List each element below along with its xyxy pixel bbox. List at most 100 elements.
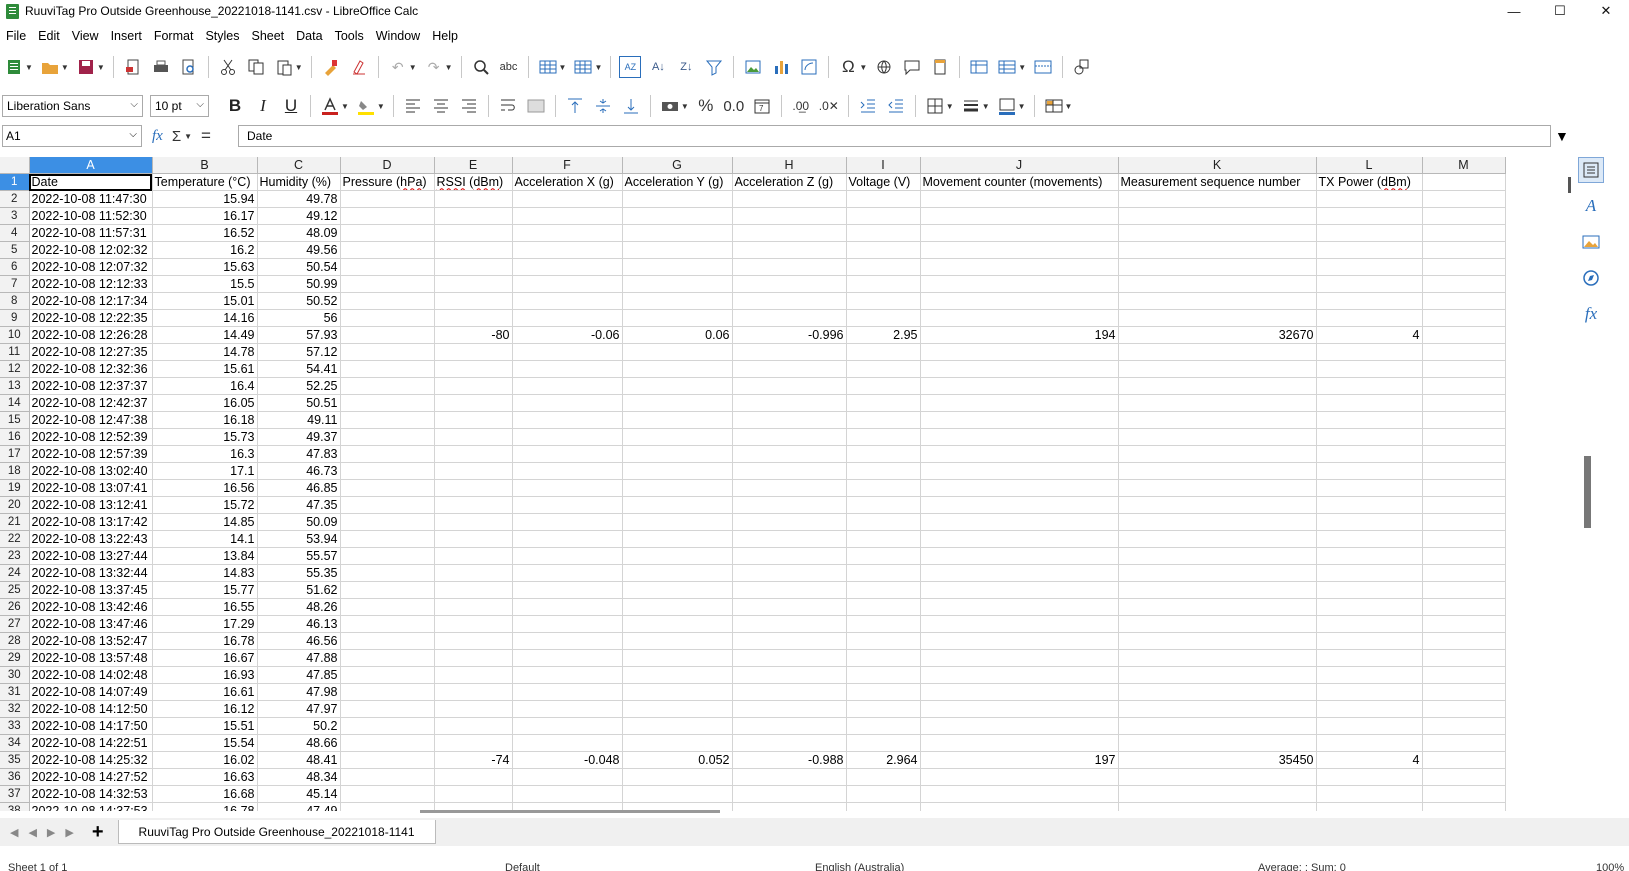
cell-l25[interactable]: [1316, 581, 1423, 600]
cell-h11[interactable]: [732, 343, 847, 362]
cell-l2[interactable]: [1316, 190, 1423, 209]
tab-sheet-1[interactable]: RuuviTag Pro Outside Greenhouse_20221018…: [117, 820, 436, 844]
cell-f31[interactable]: [512, 683, 623, 702]
cell-h27[interactable]: [732, 615, 847, 634]
cell-g33[interactable]: [622, 717, 733, 736]
spelling-icon[interactable]: abc: [498, 56, 520, 78]
row-header[interactable]: 23: [0, 547, 30, 566]
tab-navigation-arrows[interactable]: ◀◀▶▶: [10, 826, 84, 839]
cell-l10[interactable]: 4: [1316, 326, 1423, 345]
column-header-g[interactable]: G: [622, 157, 733, 175]
cell-d26[interactable]: [340, 598, 435, 617]
cell-k35[interactable]: 35450: [1118, 751, 1317, 770]
font-color-dropdown-icon[interactable]: ▼: [341, 102, 349, 111]
close-button[interactable]: ✕: [1583, 0, 1629, 22]
cell-h38[interactable]: [732, 802, 847, 811]
cell-e20[interactable]: [434, 496, 513, 515]
cell-i24[interactable]: [846, 564, 921, 583]
cell-b6[interactable]: 15.63: [152, 258, 258, 277]
cell-e24[interactable]: [434, 564, 513, 583]
menu-item-format[interactable]: Format: [148, 29, 200, 43]
cell-g11[interactable]: [622, 343, 733, 362]
cell-i16[interactable]: [846, 428, 921, 447]
cell-m9[interactable]: [1422, 309, 1506, 328]
cell-c35[interactable]: 48.41: [257, 751, 341, 770]
row-header[interactable]: 10: [0, 326, 30, 345]
cell-m13[interactable]: [1422, 377, 1506, 396]
cell-j20[interactable]: [920, 496, 1119, 515]
cell-k32[interactable]: [1118, 700, 1317, 719]
cell-j26[interactable]: [920, 598, 1119, 617]
cell-f27[interactable]: [512, 615, 623, 634]
cell-b11[interactable]: 14.78: [152, 343, 258, 362]
cell-c24[interactable]: 55.35: [257, 564, 341, 583]
cell-m3[interactable]: [1422, 207, 1506, 226]
cell-i38[interactable]: [846, 802, 921, 811]
copy-icon[interactable]: [245, 56, 267, 78]
cell-l28[interactable]: [1316, 632, 1423, 651]
cell-f6[interactable]: [512, 258, 623, 277]
cell-g17[interactable]: [622, 445, 733, 464]
cell-b23[interactable]: 13.84: [152, 547, 258, 566]
cell-k26[interactable]: [1118, 598, 1317, 617]
cell-e31[interactable]: [434, 683, 513, 702]
cell-f23[interactable]: [512, 547, 623, 566]
cell-a14[interactable]: 2022-10-08 12:42:37: [29, 394, 153, 413]
cell-a36[interactable]: 2022-10-08 14:27:52: [29, 768, 153, 787]
column-header-h[interactable]: H: [732, 157, 847, 175]
row-header[interactable]: 3: [0, 207, 30, 226]
cell-k4[interactable]: [1118, 224, 1317, 243]
gallery-icon[interactable]: [1578, 229, 1604, 255]
cell-j29[interactable]: [920, 649, 1119, 668]
bold-button[interactable]: B: [224, 95, 246, 117]
cell-k9[interactable]: [1118, 309, 1317, 328]
cell-k19[interactable]: [1118, 479, 1317, 498]
cell-j11[interactable]: [920, 343, 1119, 362]
cell-g29[interactable]: [622, 649, 733, 668]
split-window-icon[interactable]: [1032, 56, 1054, 78]
properties-icon[interactable]: [1578, 157, 1604, 183]
cell-i23[interactable]: [846, 547, 921, 566]
currency-dropdown-icon[interactable]: ▼: [681, 102, 689, 111]
clone-formatting-icon[interactable]: [320, 56, 342, 78]
minimize-button[interactable]: —: [1491, 0, 1537, 22]
cell-k8[interactable]: [1118, 292, 1317, 311]
cell-h9[interactable]: [732, 309, 847, 328]
export-pdf-icon[interactable]: [122, 56, 144, 78]
row-header[interactable]: 19: [0, 479, 30, 498]
cell-j14[interactable]: [920, 394, 1119, 413]
cell-m21[interactable]: [1422, 513, 1506, 532]
cell-b20[interactable]: 15.72: [152, 496, 258, 515]
cell-g2[interactable]: [622, 190, 733, 209]
cell-k36[interactable]: [1118, 768, 1317, 787]
cell-l8[interactable]: [1316, 292, 1423, 311]
cell-k2[interactable]: [1118, 190, 1317, 209]
cell-g36[interactable]: [622, 768, 733, 787]
column-header-c[interactable]: C: [257, 157, 341, 175]
cell-m16[interactable]: [1422, 428, 1506, 447]
cell-c5[interactable]: 49.56: [257, 241, 341, 260]
cell-l26[interactable]: [1316, 598, 1423, 617]
cell-c18[interactable]: 46.73: [257, 462, 341, 481]
italic-button[interactable]: I: [252, 95, 274, 117]
row-header[interactable]: 31: [0, 683, 30, 702]
menu-item-file[interactable]: File: [0, 29, 32, 43]
cell-c30[interactable]: 47.85: [257, 666, 341, 685]
cell-i10[interactable]: 2.95: [846, 326, 921, 345]
vertical-scrollbar[interactable]: [1567, 157, 1575, 811]
new-dropdown-icon[interactable]: ▼: [25, 63, 33, 72]
cell-k12[interactable]: [1118, 360, 1317, 379]
border-style-icon[interactable]: [960, 95, 982, 117]
cell-f12[interactable]: [512, 360, 623, 379]
cell-e27[interactable]: [434, 615, 513, 634]
cell-j19[interactable]: [920, 479, 1119, 498]
define-print-area-icon[interactable]: [968, 56, 990, 78]
row-header[interactable]: 33: [0, 717, 30, 736]
row-header[interactable]: 5: [0, 241, 30, 260]
cell-c20[interactable]: 47.35: [257, 496, 341, 515]
navigator-icon[interactable]: [1578, 265, 1604, 291]
cell-k33[interactable]: [1118, 717, 1317, 736]
cell-i25[interactable]: [846, 581, 921, 600]
cell-f17[interactable]: [512, 445, 623, 464]
row-header[interactable]: 27: [0, 615, 30, 634]
